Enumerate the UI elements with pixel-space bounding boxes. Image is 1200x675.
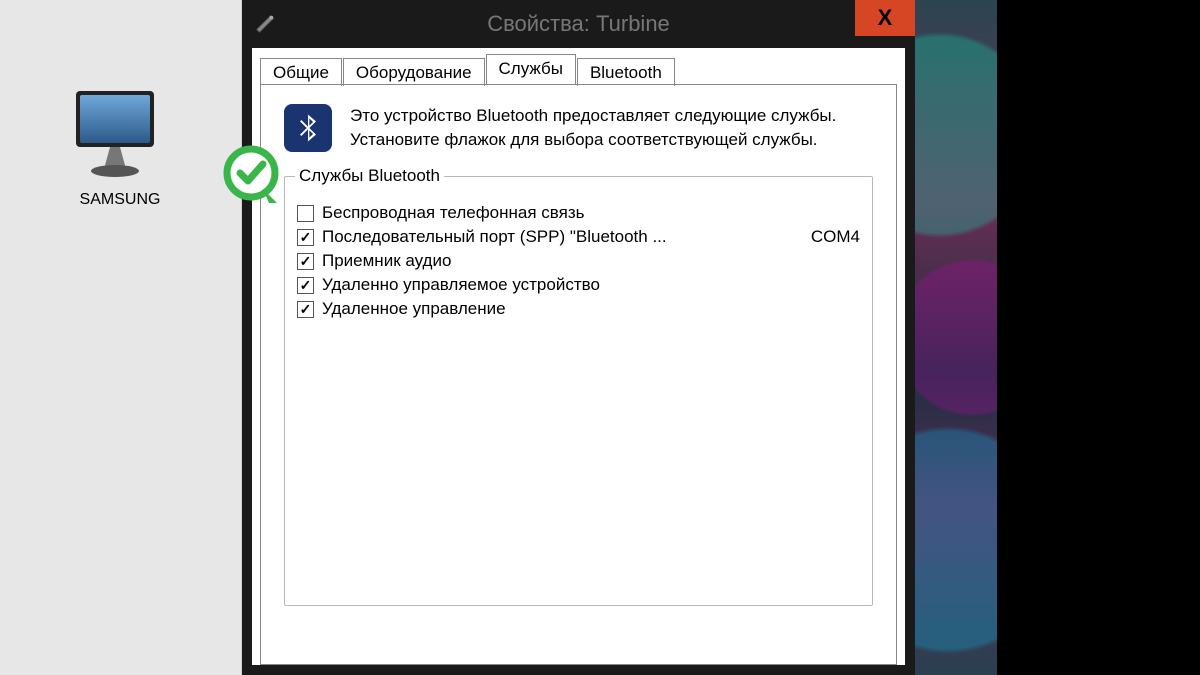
- dialog-title: Свойства: Turbine: [242, 11, 915, 37]
- properties-dialog: Свойства: Turbine X Общие Оборудование С…: [242, 0, 915, 675]
- service-row: Удаленное управление: [297, 299, 860, 319]
- close-icon: X: [878, 5, 893, 31]
- titlebar[interactable]: Свойства: Turbine X: [242, 0, 915, 48]
- service-checkbox-spp[interactable]: [297, 229, 314, 246]
- desktop-device-icon[interactable]: SAMSUNG: [55, 85, 185, 209]
- desktop-area: SAMSUNG: [0, 0, 242, 675]
- tab-services-content: Это устройство Bluetooth предоставляет с…: [260, 84, 897, 665]
- services-groupbox: Службы Bluetooth Беспроводная телефонная…: [284, 176, 873, 606]
- service-checkbox-audio-sink[interactable]: [297, 253, 314, 270]
- tab-services[interactable]: Службы: [486, 54, 576, 84]
- service-label: Приемник аудио: [322, 251, 832, 271]
- service-label: Последовательный порт (SPP) "Bluetooth .…: [322, 227, 783, 247]
- service-checkbox-wireless-phone[interactable]: [297, 205, 314, 222]
- monitor-icon: [70, 85, 170, 185]
- intro-text: Это устройство Bluetooth предоставляет с…: [350, 104, 873, 152]
- service-row: Последовательный порт (SPP) "Bluetooth .…: [297, 227, 860, 247]
- desktop-icon-label: SAMSUNG: [55, 191, 185, 209]
- service-checkbox-remote-control[interactable]: [297, 301, 314, 318]
- black-area: [997, 0, 1200, 675]
- tab-label: Оборудование: [356, 63, 472, 82]
- groupbox-legend: Службы Bluetooth: [295, 166, 444, 186]
- bluetooth-icon: [284, 104, 332, 152]
- tabstrip: Общие Оборудование Службы Bluetooth: [252, 48, 905, 85]
- tab-label: Общие: [273, 63, 329, 82]
- close-button[interactable]: X: [855, 0, 915, 36]
- service-row: Удаленно управляемое устройство: [297, 275, 860, 295]
- hint-badge: [223, 145, 283, 205]
- wallpaper-strip: [915, 0, 997, 675]
- titlebar-app-icon: [250, 9, 280, 39]
- tab-hardware[interactable]: Оборудование: [343, 58, 485, 86]
- dialog-body: Общие Оборудование Службы Bluetooth Это …: [252, 48, 905, 665]
- tab-label: Bluetooth: [590, 63, 662, 82]
- service-label: Удаленное управление: [322, 299, 832, 319]
- service-extra: COM4: [791, 227, 860, 247]
- tab-general[interactable]: Общие: [260, 58, 342, 86]
- tab-bluetooth[interactable]: Bluetooth: [577, 58, 675, 86]
- service-label: Беспроводная телефонная связь: [322, 203, 832, 223]
- tab-label: Службы: [499, 59, 563, 78]
- service-row: Беспроводная телефонная связь: [297, 203, 860, 223]
- service-label: Удаленно управляемое устройство: [322, 275, 832, 295]
- service-row: Приемник аудио: [297, 251, 860, 271]
- service-checkbox-remote-controlled[interactable]: [297, 277, 314, 294]
